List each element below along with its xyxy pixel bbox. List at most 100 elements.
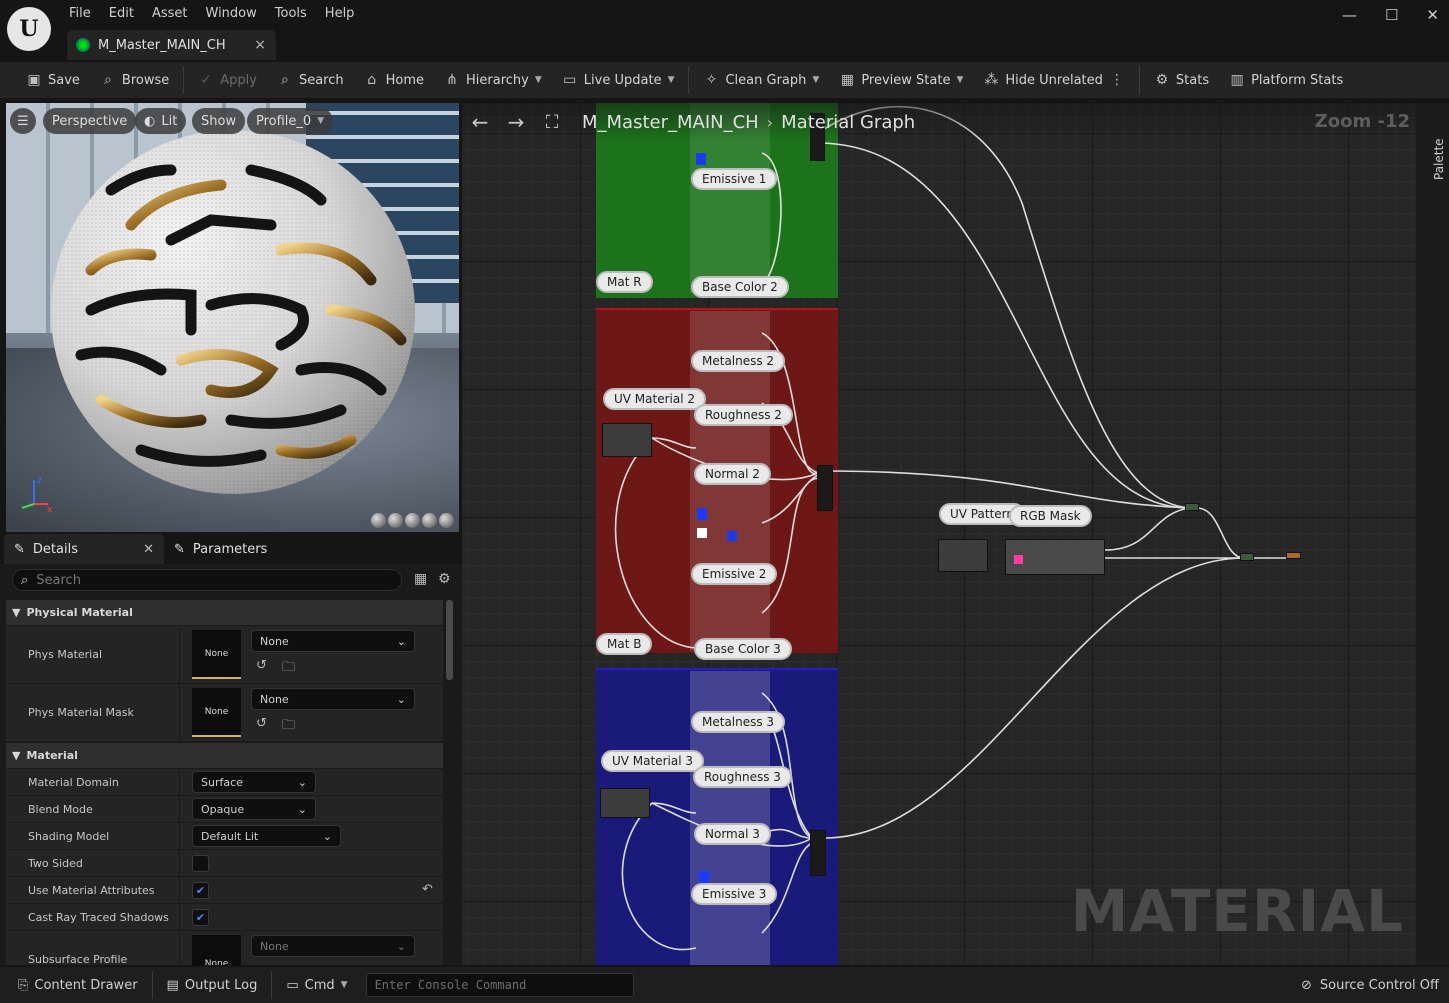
browse-button[interactable]: ⌕ Browse — [90, 62, 179, 98]
tab-details[interactable]: ✎ Details ✕ — [4, 534, 164, 564]
comment-base-color-2[interactable]: Base Color 2 — [691, 276, 789, 298]
platform-stats-button[interactable]: ▥ Platform Stats — [1219, 62, 1353, 98]
use-material-attributes-checkbox[interactable]: ✔ — [192, 882, 209, 899]
reset-arrow-icon[interactable]: ↺ — [256, 658, 267, 673]
settings-gear-icon[interactable]: ⚙ — [438, 571, 454, 587]
cmd-dropdown[interactable]: ▭ Cmd ▼ — [276, 967, 357, 1003]
comment-mat-r[interactable]: Mat R — [596, 271, 653, 293]
browse-folder-icon[interactable]: 🗀 — [282, 716, 295, 738]
hide-unrelated-button[interactable]: ⁂ Hide Unrelated ⋮ — [973, 62, 1135, 98]
save-button[interactable]: ▣ Save — [16, 62, 90, 98]
asset-thumbnail[interactable]: None — [192, 935, 241, 965]
material-domain-dropdown[interactable]: Surface ⌄ — [192, 771, 316, 793]
profile-dropdown[interactable]: Profile_0 ▼ — [247, 108, 334, 134]
browse-folder-icon[interactable]: 🗀 — [282, 658, 295, 680]
phys-material-mask-dropdown[interactable]: None ⌄ — [251, 688, 415, 710]
comment-mat-b[interactable]: Mat B — [596, 633, 653, 655]
material-node[interactable] — [1185, 503, 1199, 511]
material-graph-canvas[interactable]: Mat R Base Color 2 Emissive 1 Metalness … — [462, 103, 1416, 965]
material-node[interactable] — [938, 539, 988, 572]
comment-normal-2[interactable]: Normal 2 — [694, 463, 771, 485]
material-node[interactable] — [817, 465, 833, 511]
close-window-button[interactable]: ✕ — [1426, 6, 1439, 24]
palette-side-tab[interactable]: Palette — [1416, 103, 1449, 965]
details-scrollbar[interactable] — [446, 600, 453, 680]
console-command-input[interactable]: Enter Console Command — [365, 973, 634, 997]
comment-rgb-mask[interactable]: RGB Mask — [1009, 505, 1092, 527]
output-log-button[interactable]: ▤ Output Log — [157, 967, 268, 1003]
document-tab[interactable]: M_Master_MAIN_CH × — [67, 30, 276, 60]
forward-arrow-icon[interactable]: → — [498, 110, 534, 134]
material-node[interactable] — [602, 423, 652, 457]
content-drawer-button[interactable]: ⎘ Content Drawer — [8, 967, 148, 1003]
plane-shape-icon[interactable] — [405, 513, 420, 528]
chevron-down-icon: ▼ — [340, 980, 348, 990]
blend-mode-dropdown[interactable]: Opaque ⌄ — [192, 798, 316, 820]
comment-uv-material-3[interactable]: UV Material 3 — [601, 750, 705, 772]
lit-button[interactable]: ◐ Lit — [135, 108, 187, 134]
show-button[interactable]: Show — [192, 108, 246, 134]
source-control-button[interactable]: ⊘ Source Control Off — [1301, 967, 1439, 1003]
cast-ray-traced-shadows-checkbox[interactable]: ✔ — [192, 909, 209, 926]
back-arrow-icon[interactable]: ← — [462, 110, 498, 134]
table-view-icon[interactable]: ▦ — [414, 571, 430, 587]
clean-graph-dropdown[interactable]: ✧ Clean Graph ▼ — [693, 62, 829, 98]
menu-bar: File Edit Asset Window Tools Help — [60, 5, 363, 23]
toolbar: ▣ Save ⌕ Browse ✓ Apply ⌕ Search ⌂ Home ⋔ Hier… — [0, 62, 1449, 98]
sphere-shape-icon[interactable] — [388, 513, 403, 528]
reset-arrow-icon[interactable]: ↺ — [256, 716, 267, 731]
hierarchy-dropdown[interactable]: ⋔ Hierarchy ▼ — [434, 62, 552, 98]
viewport-menu-button[interactable]: ☰ — [10, 108, 36, 134]
material-node[interactable] — [600, 788, 650, 818]
asset-thumbnail[interactable]: None — [192, 688, 241, 737]
asset-thumbnail[interactable]: None — [192, 630, 241, 679]
comment-normal-3[interactable]: Normal 3 — [694, 823, 771, 845]
subsurface-profile-dropdown[interactable]: None ⌄ — [251, 935, 415, 957]
reset-to-default-icon[interactable]: ↶ — [422, 882, 433, 897]
teapot-shape-icon[interactable] — [439, 513, 454, 528]
comment-roughness-2[interactable]: Roughness 2 — [694, 404, 793, 426]
comment-metalness-2[interactable]: Metalness 2 — [691, 350, 786, 372]
apply-button[interactable]: ✓ Apply — [188, 62, 267, 98]
material-node[interactable] — [810, 830, 826, 876]
comment-roughness-3[interactable]: Roughness 3 — [693, 766, 792, 788]
search-button[interactable]: ⌕ Search — [267, 62, 354, 98]
breadcrumb-asset[interactable]: M_Master_MAIN_CH — [582, 112, 759, 133]
close-tab-icon[interactable]: ✕ — [143, 542, 154, 557]
cube-shape-icon[interactable] — [422, 513, 437, 528]
comment-base-color-3[interactable]: Base Color 3 — [694, 638, 792, 660]
details-search-input[interactable]: ⌕ Search — [12, 569, 402, 591]
more-options-icon[interactable]: ⋮ — [1109, 72, 1125, 88]
two-sided-checkbox[interactable] — [192, 855, 209, 872]
stats-button[interactable]: ⚙ Stats — [1144, 62, 1219, 98]
graph-hierarchy-icon[interactable]: ⛶ — [534, 112, 570, 133]
comment-uv-material-2[interactable]: UV Material 2 — [603, 388, 707, 410]
comment-metalness-3[interactable]: Metalness 3 — [691, 711, 786, 733]
menu-file[interactable]: File — [60, 5, 100, 23]
preview-viewport[interactable]: ☰ Perspective ◐ Lit Show Profile_0 ▼ z x — [6, 103, 459, 532]
category-physical-material[interactable]: ▼ Physical Material — [6, 600, 443, 625]
menu-window[interactable]: Window — [197, 5, 266, 23]
tab-parameters[interactable]: ✎ Parameters — [164, 534, 277, 564]
close-tab-icon[interactable]: × — [254, 37, 266, 53]
category-material[interactable]: ▼ Material — [6, 743, 443, 768]
home-button[interactable]: ⌂ Home — [354, 62, 434, 98]
menu-edit[interactable]: Edit — [100, 5, 143, 23]
menu-help[interactable]: Help — [316, 5, 364, 23]
minimize-button[interactable]: — — [1342, 6, 1357, 24]
maximize-button[interactable]: ☐ — [1385, 6, 1398, 24]
menu-asset[interactable]: Asset — [143, 5, 197, 23]
cylinder-shape-icon[interactable] — [371, 513, 386, 528]
live-update-dropdown[interactable]: ▭ Live Update ▼ — [552, 62, 685, 98]
preview-state-dropdown[interactable]: ▦ Preview State ▼ — [829, 62, 973, 98]
phys-material-dropdown[interactable]: None ⌄ — [251, 630, 415, 652]
shading-model-dropdown[interactable]: Default Lit ⌄ — [192, 825, 341, 847]
material-output-node[interactable] — [1286, 552, 1301, 559]
unreal-logo-icon[interactable]: U — [7, 7, 51, 51]
comment-emissive-2[interactable]: Emissive 2 — [691, 563, 778, 585]
perspective-button[interactable]: Perspective — [43, 108, 137, 134]
comment-emissive-1[interactable]: Emissive 1 — [691, 168, 778, 190]
material-node[interactable] — [1240, 553, 1254, 561]
menu-tools[interactable]: Tools — [266, 5, 316, 23]
comment-emissive-3[interactable]: Emissive 3 — [691, 883, 778, 905]
